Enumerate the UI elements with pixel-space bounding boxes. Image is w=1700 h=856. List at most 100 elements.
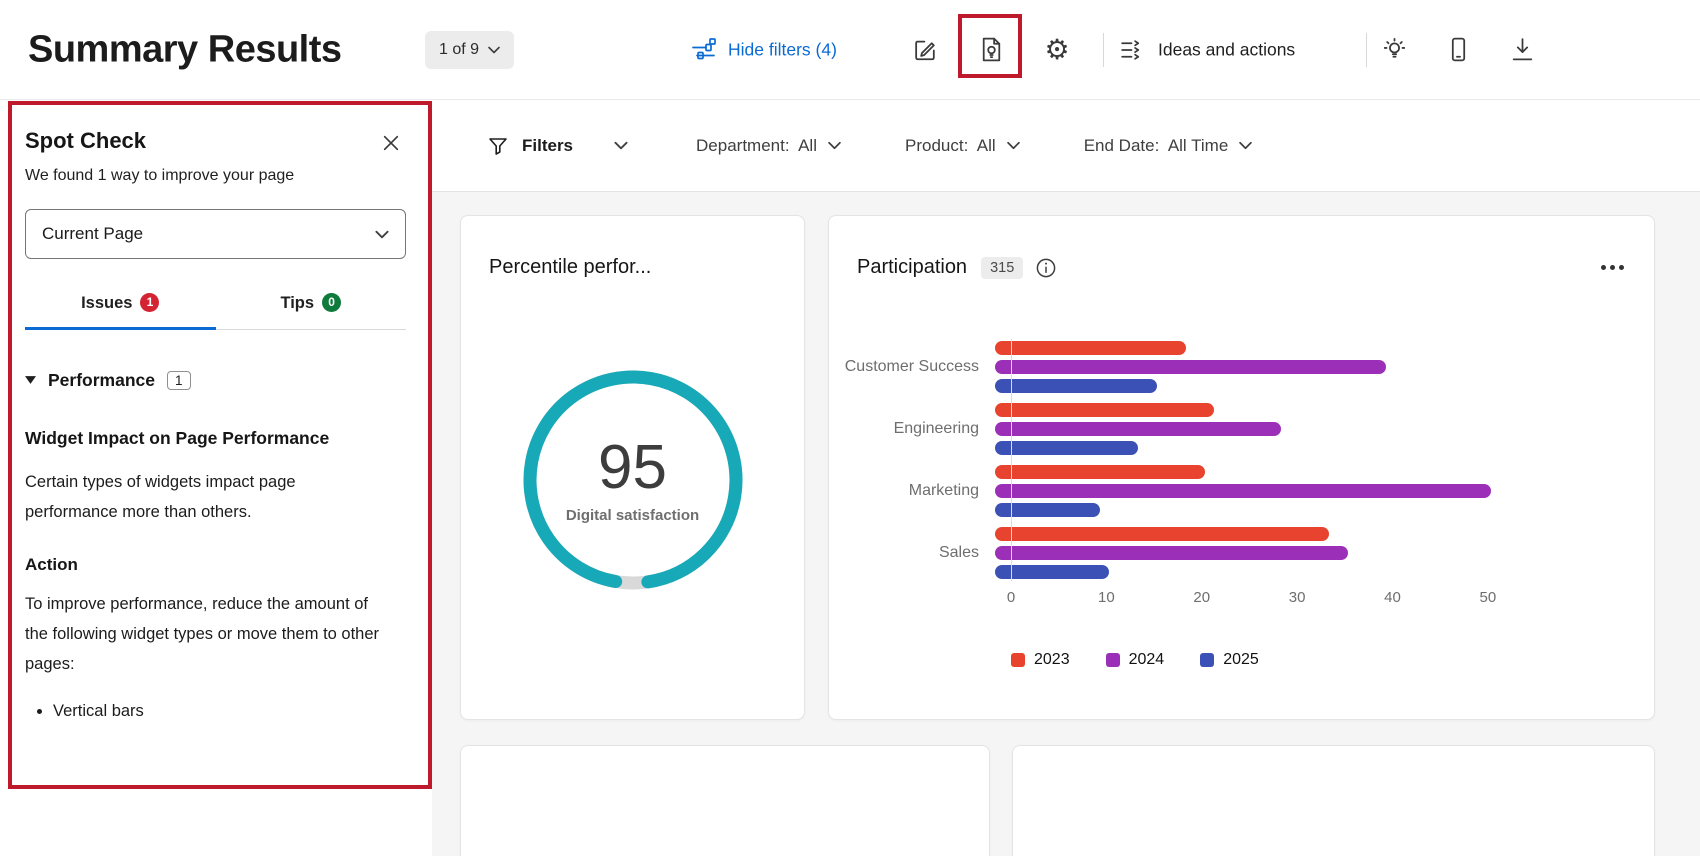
filters-label: Filters bbox=[522, 136, 573, 156]
section-count-chip: 1 bbox=[167, 371, 191, 390]
bar-2024-customer-success[interactable] bbox=[995, 360, 1386, 374]
action-item: Vertical bars bbox=[53, 697, 406, 725]
top-header: Summary Results 1 of 9 Hide filters (4) bbox=[0, 0, 1700, 100]
more-options-icon[interactable] bbox=[1599, 259, 1626, 276]
spot-check-button[interactable] bbox=[971, 30, 1011, 70]
download-button[interactable] bbox=[1502, 30, 1542, 70]
ideas-and-actions-label: Ideas and actions bbox=[1158, 39, 1295, 60]
bar-2024-marketing[interactable] bbox=[995, 484, 1491, 498]
page-selector-dropdown[interactable]: 1 of 9 bbox=[425, 31, 514, 69]
bar-group bbox=[995, 527, 1348, 579]
filter-product[interactable]: Product: All bbox=[905, 136, 1020, 156]
filters-bar: Filters Department: All Product: All End D… bbox=[432, 100, 1700, 192]
collapse-triangle-icon bbox=[25, 376, 36, 384]
category-label: Engineering bbox=[829, 420, 995, 438]
legend-item-2023[interactable]: 2023 bbox=[1011, 651, 1070, 669]
filter-text: Product: All bbox=[905, 136, 996, 156]
bar-group bbox=[995, 341, 1386, 393]
tab-tips[interactable]: Tips 0 bbox=[216, 281, 407, 329]
gauge-chart: 95 Digital satisfaction bbox=[518, 365, 748, 595]
close-icon[interactable] bbox=[378, 130, 404, 156]
page-lightbulb-icon bbox=[978, 36, 1005, 63]
gauge-label: Digital satisfaction bbox=[566, 507, 699, 524]
spot-check-panel: Spot Check We found 1 way to improve you… bbox=[12, 104, 428, 786]
action-item-list: Vertical bars bbox=[25, 697, 406, 725]
legend-swatch bbox=[1200, 653, 1214, 667]
tab-count-badge: 1 bbox=[140, 293, 159, 312]
partial-widget bbox=[460, 745, 990, 856]
mobile-preview-button[interactable] bbox=[1438, 30, 1478, 70]
ideas-list-icon bbox=[1118, 36, 1145, 63]
chevron-down-icon bbox=[488, 46, 500, 54]
x-tick: 40 bbox=[1384, 589, 1401, 606]
bar-2023-engineering[interactable] bbox=[995, 403, 1214, 417]
legend-swatch bbox=[1011, 653, 1025, 667]
widget-title: Percentile perfor... bbox=[489, 256, 651, 279]
filters-toggle[interactable]: Filters bbox=[487, 135, 628, 157]
legend-label: 2025 bbox=[1223, 651, 1259, 669]
mobile-phone-icon bbox=[1445, 36, 1472, 63]
bar-2024-engineering[interactable] bbox=[995, 422, 1281, 436]
section-label: Performance bbox=[48, 370, 155, 391]
legend-label: 2023 bbox=[1034, 651, 1070, 669]
funnel-icon bbox=[487, 135, 509, 157]
chart-category-row: Marketing bbox=[829, 465, 1654, 517]
bar-2025-engineering[interactable] bbox=[995, 441, 1138, 455]
widgets-row: Percentile perfor... 95 Digital satisfac… bbox=[460, 215, 1700, 720]
x-tick: 0 bbox=[1007, 589, 1015, 606]
toolbar-divider bbox=[1103, 33, 1104, 67]
response-count-badge: 315 bbox=[981, 257, 1023, 279]
bar-2023-marketing[interactable] bbox=[995, 465, 1205, 479]
performance-section-toggle[interactable]: Performance 1 bbox=[25, 370, 406, 391]
chart-category-row: Customer Success bbox=[829, 341, 1654, 393]
chart-category-row: Engineering bbox=[829, 403, 1654, 455]
hide-filters-label: Hide filters (4) bbox=[728, 39, 837, 60]
legend-label: 2024 bbox=[1129, 651, 1165, 669]
info-icon[interactable] bbox=[1035, 257, 1057, 279]
scope-dropdown-value: Current Page bbox=[42, 224, 143, 244]
bar-2023-sales[interactable] bbox=[995, 527, 1329, 541]
widget-title: Participation bbox=[857, 256, 967, 279]
bar-2024-sales[interactable] bbox=[995, 546, 1348, 560]
chevron-down-icon bbox=[828, 141, 841, 150]
spot-check-subtitle: We found 1 way to improve your page bbox=[25, 167, 406, 185]
dashboard-content: Filters Department: All Product: All End D… bbox=[432, 100, 1700, 856]
hide-filters-button[interactable]: Hide filters (4) bbox=[690, 36, 837, 63]
scope-dropdown[interactable]: Current Page bbox=[25, 209, 406, 259]
ideas-and-actions-button[interactable]: Ideas and actions bbox=[1118, 36, 1295, 63]
partial-widget bbox=[1012, 745, 1655, 856]
bar-group bbox=[995, 403, 1281, 455]
x-axis: 01020304050 bbox=[1011, 589, 1654, 611]
edit-icon bbox=[912, 36, 939, 63]
tab-label: Tips bbox=[280, 294, 314, 312]
settings-button[interactable]: ⚙ bbox=[1037, 30, 1077, 70]
tab-count-badge: 0 bbox=[322, 293, 341, 312]
lightbulb-button[interactable] bbox=[1374, 30, 1414, 70]
chevron-down-icon bbox=[1239, 141, 1252, 150]
page-selector-value: 1 of 9 bbox=[439, 41, 479, 59]
page-title: Summary Results bbox=[28, 28, 342, 71]
widgets-row-partial bbox=[460, 745, 1700, 856]
edit-page-button[interactable] bbox=[905, 30, 945, 70]
filter-text: Department: All bbox=[696, 136, 817, 156]
bar-2025-customer-success[interactable] bbox=[995, 379, 1157, 393]
legend-swatch bbox=[1106, 653, 1120, 667]
legend-item-2025[interactable]: 2025 bbox=[1200, 651, 1259, 669]
tab-issues[interactable]: Issues1 bbox=[25, 281, 216, 329]
chart-category-row: Sales bbox=[829, 527, 1654, 579]
x-tick: 30 bbox=[1289, 589, 1306, 606]
legend-item-2024[interactable]: 2024 bbox=[1106, 651, 1165, 669]
toolbar-divider bbox=[1366, 33, 1367, 67]
x-tick: 10 bbox=[1098, 589, 1115, 606]
action-description: To improve performance, reduce the amoun… bbox=[25, 589, 385, 679]
gear-icon: ⚙ bbox=[1044, 36, 1069, 64]
filter-end-date[interactable]: End Date: All Time bbox=[1084, 136, 1253, 156]
filter-dropdowns: Department: All Product: All End Date: All… bbox=[696, 136, 1252, 156]
chevron-down-icon bbox=[614, 141, 628, 150]
spot-check-tabs: Issues1 Tips 0 bbox=[25, 281, 406, 330]
bar-2023-customer-success[interactable] bbox=[995, 341, 1186, 355]
chevron-down-icon bbox=[1007, 141, 1020, 150]
chart-legend: 2023 2024 2025 bbox=[1011, 651, 1654, 669]
bar-2025-sales[interactable] bbox=[995, 565, 1109, 579]
filter-department[interactable]: Department: All bbox=[696, 136, 841, 156]
